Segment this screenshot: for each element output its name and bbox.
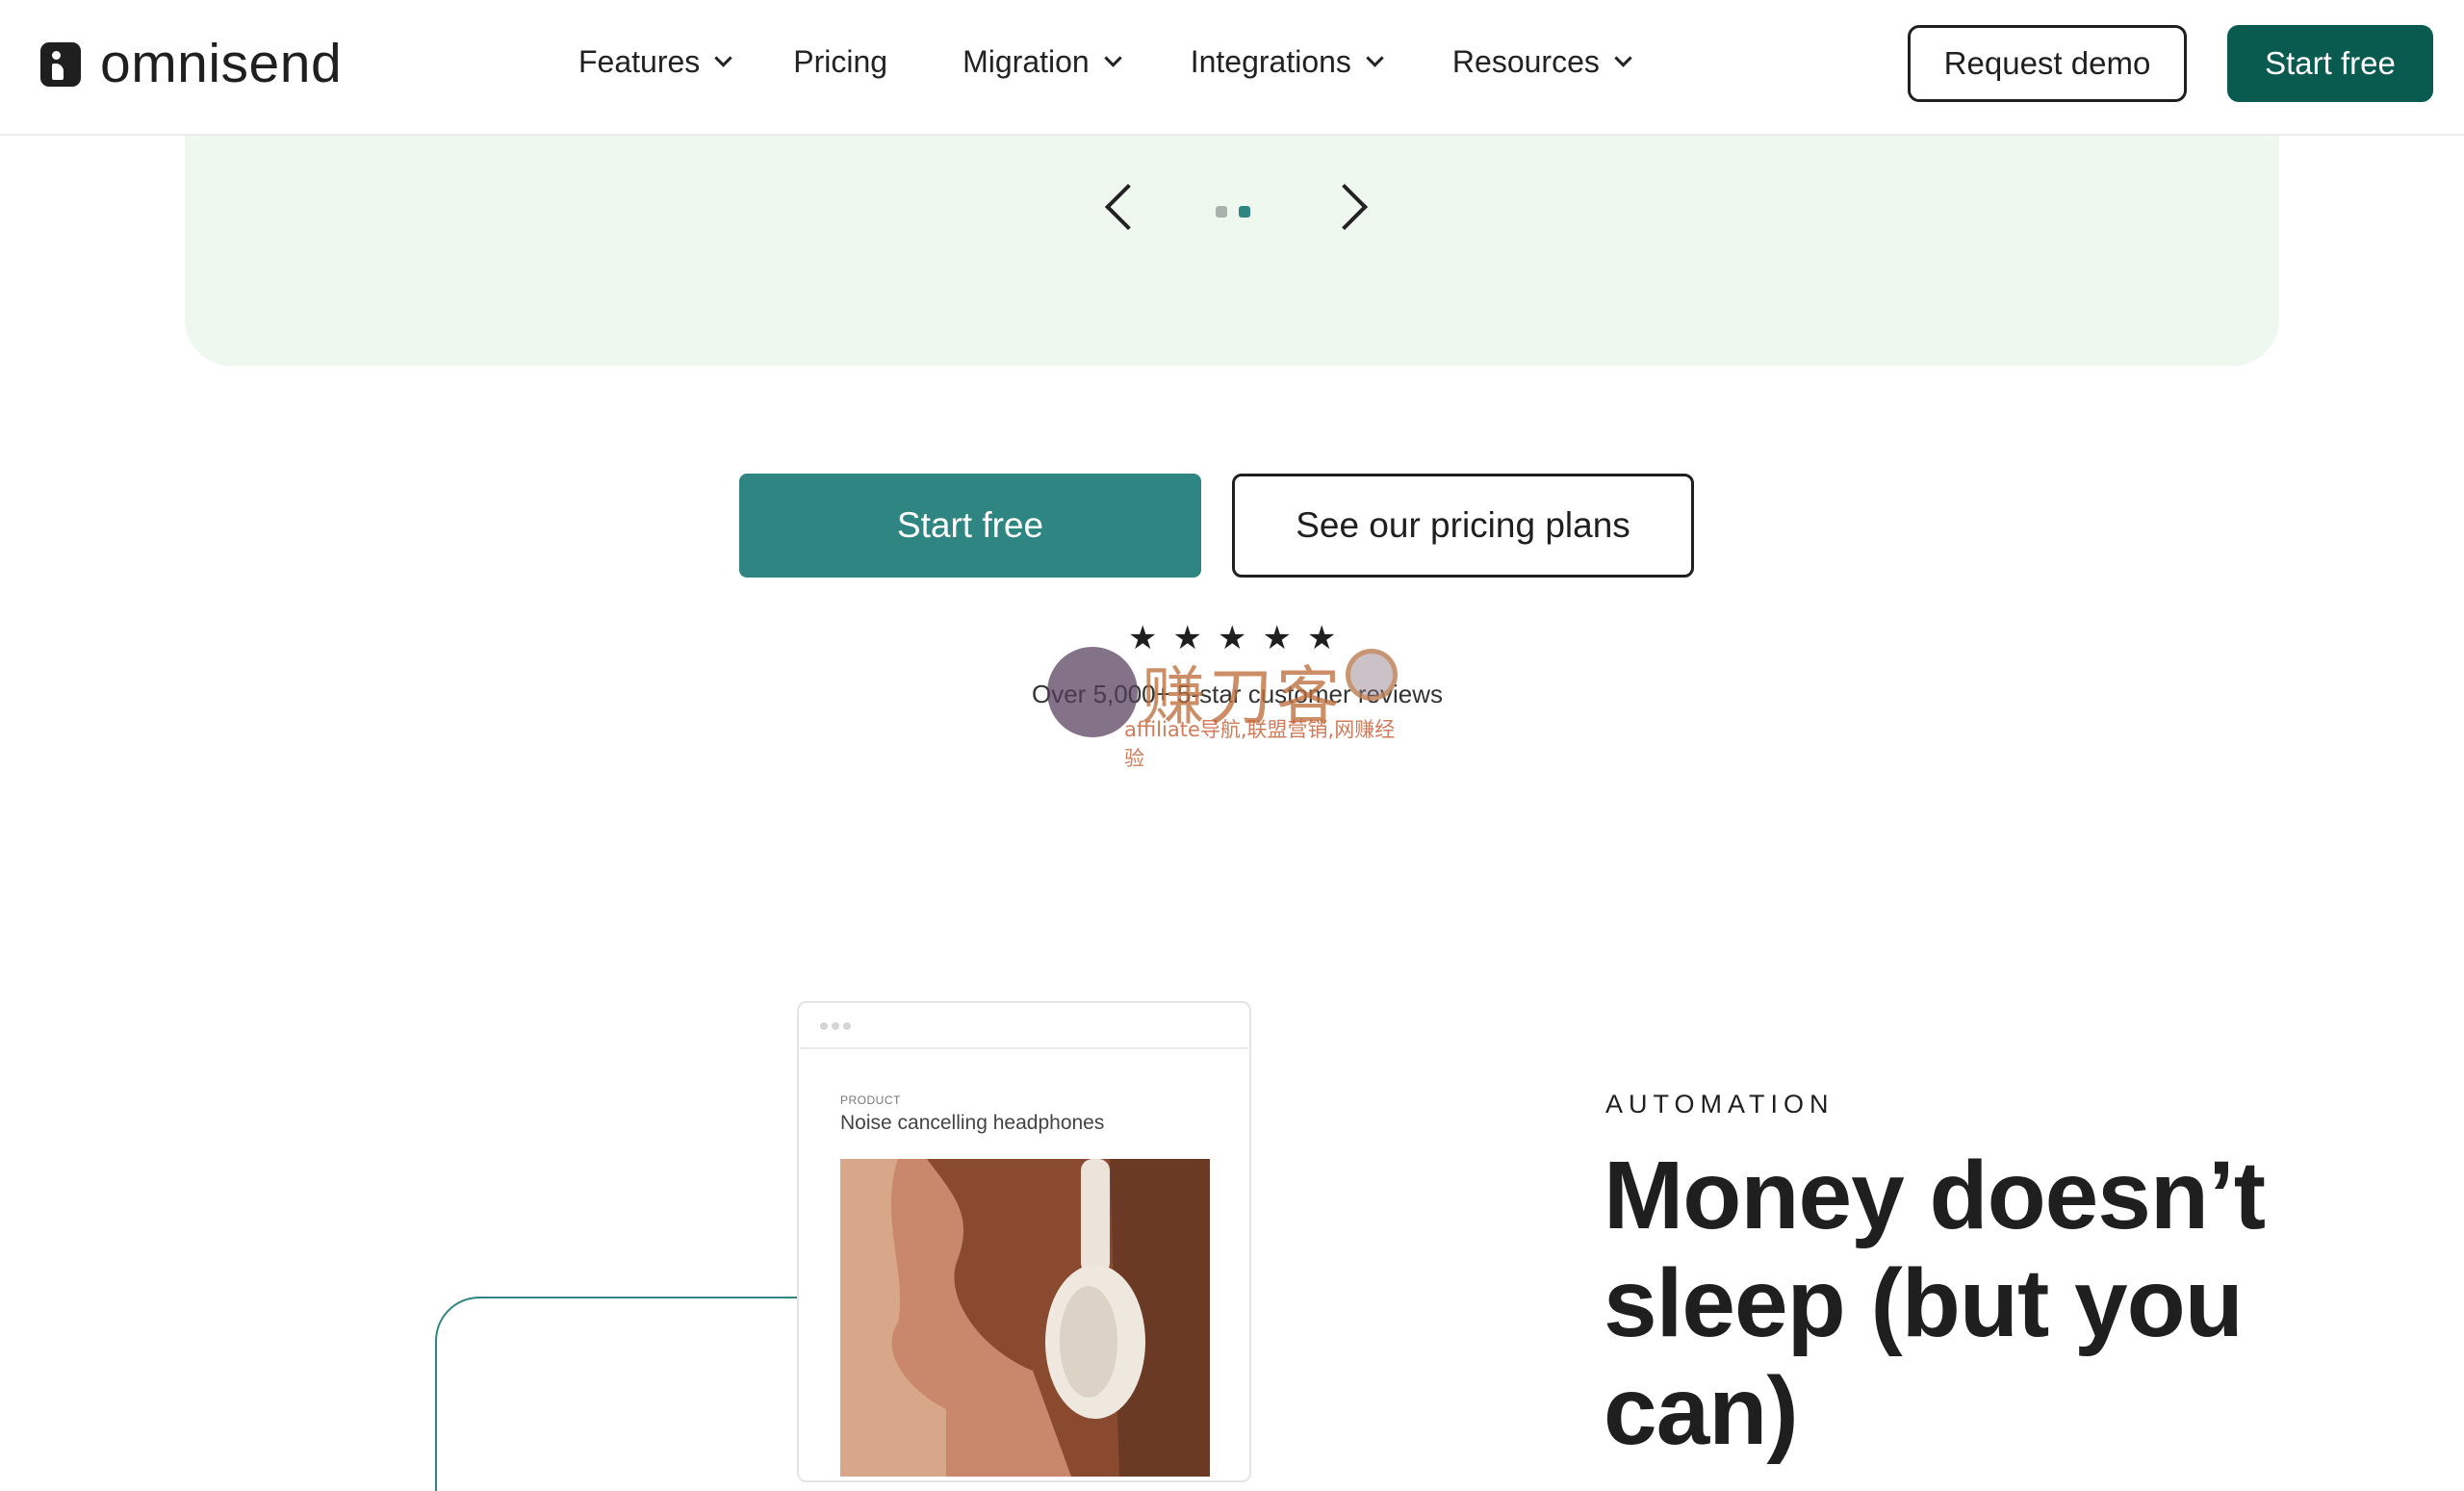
watermark-subtitle: affiliate导航,联盟营销,网赚经验 xyxy=(1124,718,1396,770)
product-card: PRODUCT Noise cancelling headphones xyxy=(797,1001,1251,1482)
flow-card-outline xyxy=(435,1297,841,1491)
start-free-header-button[interactable]: Start free xyxy=(2227,25,2433,102)
logo-text: omnisend xyxy=(100,33,343,94)
chevron-down-icon xyxy=(1104,49,1122,67)
star-icon: ★ xyxy=(1262,620,1292,656)
nav-migration-label: Migration xyxy=(962,44,1090,79)
star-icon: ★ xyxy=(1172,620,1202,656)
automation-headline: Money doesn’t sleep (but you can) xyxy=(1604,1142,2266,1465)
star-icon: ★ xyxy=(1128,620,1158,656)
headphones-portrait-illustration xyxy=(840,1159,1210,1477)
pricing-plans-button[interactable]: See our pricing plans xyxy=(1232,474,1694,578)
automation-eyebrow: AUTOMATION xyxy=(1605,1090,1835,1118)
card-window-bar xyxy=(799,1003,1249,1049)
nav-pricing-label: Pricing xyxy=(793,44,888,79)
rating-stars: ★ ★ ★ ★ ★ xyxy=(1128,622,1336,655)
start-free-button[interactable]: Start free xyxy=(739,474,1201,578)
nav-migration[interactable]: Migration xyxy=(962,44,1122,80)
carousel-dot-1[interactable] xyxy=(1216,206,1227,218)
main-nav: Features Pricing Migration Integrations … xyxy=(578,44,1632,80)
window-dot-icon xyxy=(832,1022,839,1030)
carousel-dot-2-active[interactable] xyxy=(1239,206,1250,218)
nav-pricing[interactable]: Pricing xyxy=(793,44,887,80)
omnisend-logo-icon xyxy=(40,41,81,87)
testimonial-carousel xyxy=(185,135,2279,366)
nav-resources-label: Resources xyxy=(1451,44,1600,79)
window-dot-icon xyxy=(820,1022,828,1030)
nav-features[interactable]: Features xyxy=(578,44,732,80)
product-eyebrow: PRODUCT xyxy=(840,1093,901,1107)
request-demo-button[interactable]: Request demo xyxy=(1908,25,2187,102)
omnisend-logo[interactable]: omnisend xyxy=(40,37,342,91)
nav-features-label: Features xyxy=(578,44,701,79)
chevron-down-icon xyxy=(1366,49,1384,67)
product-title: Noise cancelling headphones xyxy=(840,1112,1105,1134)
reviews-text: Over 5,000+ 5-star customer reviews xyxy=(1032,680,1443,708)
nav-integrations-label: Integrations xyxy=(1190,44,1351,79)
nav-resources[interactable]: Resources xyxy=(1451,44,1632,80)
site-header: omnisend Features Pricing Migration Inte… xyxy=(0,0,2464,136)
chevron-down-icon xyxy=(714,49,732,67)
chevron-down-icon xyxy=(1614,49,1632,67)
product-image xyxy=(840,1159,1210,1477)
star-icon: ★ xyxy=(1217,620,1247,656)
nav-integrations[interactable]: Integrations xyxy=(1190,44,1384,80)
window-dot-icon xyxy=(843,1022,851,1030)
star-icon: ★ xyxy=(1306,620,1337,656)
